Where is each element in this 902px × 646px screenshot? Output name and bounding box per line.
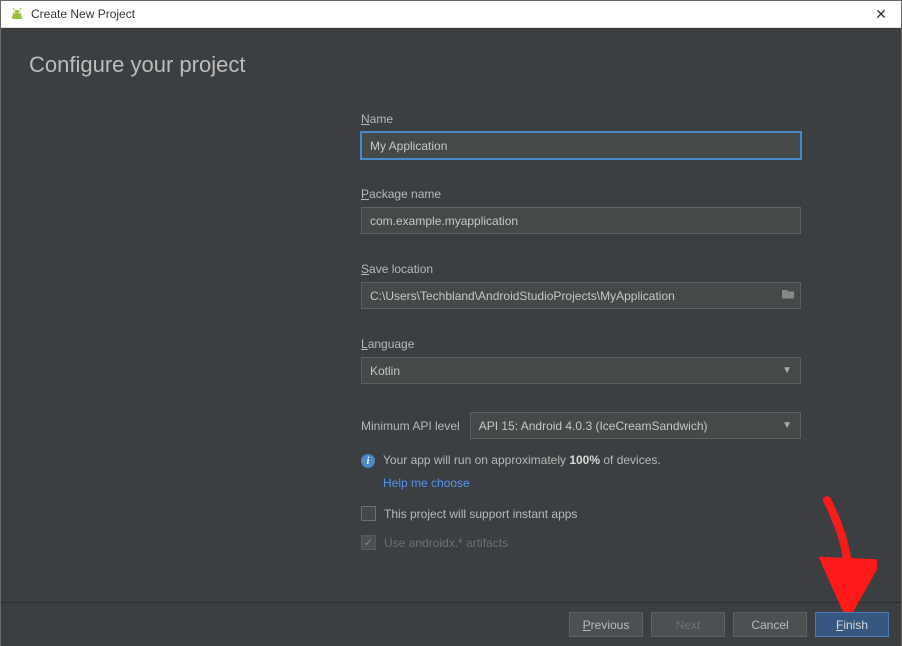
androidx-row: Use androidx.* artifacts: [361, 535, 801, 550]
language-value: Kotlin: [370, 364, 400, 378]
finish-button[interactable]: Finish: [815, 612, 889, 637]
annotation-arrow-icon: [807, 492, 877, 612]
browse-folder-icon[interactable]: [781, 287, 795, 305]
device-coverage-text: Your app will run on approximately 100% …: [383, 453, 661, 467]
chevron-down-icon: ▼: [782, 420, 792, 431]
language-dropdown[interactable]: Kotlin ▼: [361, 357, 801, 384]
help-me-choose-link[interactable]: Help me choose: [383, 476, 470, 490]
min-api-label: Minimum API level: [361, 419, 460, 433]
instant-apps-label: This project will support instant apps: [384, 507, 577, 521]
name-input[interactable]: [361, 132, 801, 159]
close-button[interactable]: ✕: [867, 6, 895, 23]
cancel-button[interactable]: Cancel: [733, 612, 807, 637]
language-label: Language: [361, 337, 801, 351]
min-api-dropdown[interactable]: API 15: Android 4.0.3 (IceCreamSandwich)…: [470, 412, 801, 439]
save-location-label: Save location: [361, 262, 801, 276]
window-title: Create New Project: [31, 7, 867, 21]
content-area: Configure your project Name Package name…: [1, 28, 901, 602]
device-coverage-info: i Your app will run on approximately 100…: [361, 453, 801, 468]
info-icon: i: [361, 454, 375, 468]
package-name-label: Package name: [361, 187, 801, 201]
previous-button[interactable]: Previous: [569, 612, 643, 637]
next-button: Next: [651, 612, 725, 637]
save-location-input[interactable]: [361, 282, 801, 309]
instant-apps-row: This project will support instant apps: [361, 506, 801, 521]
androidx-checkbox: [361, 535, 376, 550]
instant-apps-checkbox[interactable]: [361, 506, 376, 521]
footer-buttons: Previous Next Cancel Finish: [1, 602, 901, 646]
titlebar: Create New Project ✕: [1, 1, 901, 28]
package-name-input[interactable]: [361, 207, 801, 234]
name-label: Name: [361, 112, 801, 126]
page-title: Configure your project: [29, 52, 873, 78]
min-api-value: API 15: Android 4.0.3 (IceCreamSandwich): [479, 419, 708, 433]
androidx-label: Use androidx.* artifacts: [384, 536, 508, 550]
chevron-down-icon: ▼: [782, 365, 792, 376]
android-studio-icon: [9, 6, 25, 22]
project-form: Name Package name Save location Language…: [361, 112, 801, 550]
